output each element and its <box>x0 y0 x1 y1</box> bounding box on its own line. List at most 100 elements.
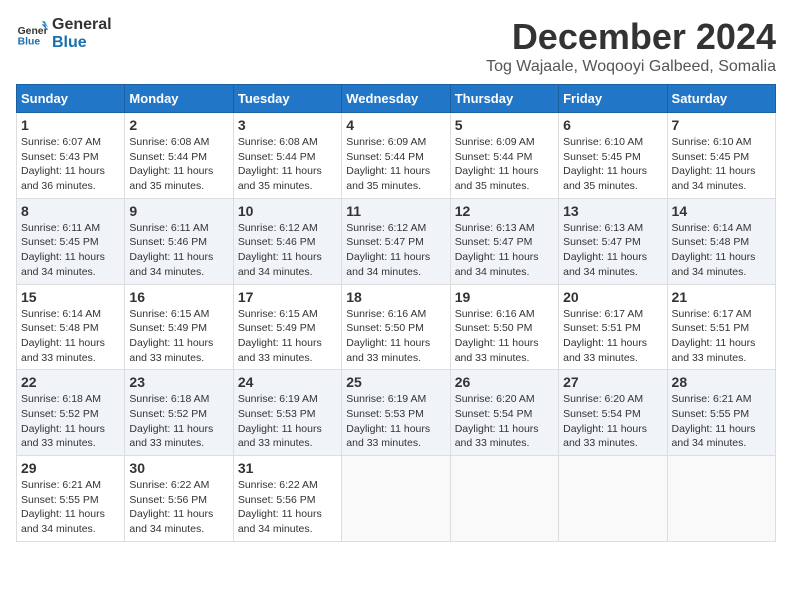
day-info: Sunrise: 6:14 AMSunset: 5:48 PMDaylight:… <box>672 221 771 280</box>
day-number: 15 <box>21 289 120 305</box>
calendar-cell: 25 Sunrise: 6:19 AMSunset: 5:53 PMDaylig… <box>342 370 450 456</box>
day-number: 13 <box>563 203 662 219</box>
day-number: 3 <box>238 117 337 133</box>
day-info: Sunrise: 6:14 AMSunset: 5:48 PMDaylight:… <box>21 307 120 366</box>
day-info: Sunrise: 6:12 AMSunset: 5:46 PMDaylight:… <box>238 221 337 280</box>
calendar-cell <box>667 456 775 542</box>
day-number: 30 <box>129 460 228 476</box>
day-number: 29 <box>21 460 120 476</box>
calendar-week-row: 8 Sunrise: 6:11 AMSunset: 5:45 PMDayligh… <box>17 198 776 284</box>
calendar-cell <box>342 456 450 542</box>
calendar-cell: 7 Sunrise: 6:10 AMSunset: 5:45 PMDayligh… <box>667 113 775 199</box>
calendar-cell: 19 Sunrise: 6:16 AMSunset: 5:50 PMDaylig… <box>450 284 558 370</box>
day-info: Sunrise: 6:17 AMSunset: 5:51 PMDaylight:… <box>672 307 771 366</box>
day-info: Sunrise: 6:15 AMSunset: 5:49 PMDaylight:… <box>238 307 337 366</box>
logo-icon: General Blue <box>16 18 48 50</box>
day-number: 9 <box>129 203 228 219</box>
day-info: Sunrise: 6:07 AMSunset: 5:43 PMDaylight:… <box>21 135 120 194</box>
header-wednesday: Wednesday <box>342 85 450 113</box>
header-friday: Friday <box>559 85 667 113</box>
day-number: 28 <box>672 374 771 390</box>
day-info: Sunrise: 6:18 AMSunset: 5:52 PMDaylight:… <box>21 392 120 451</box>
calendar-cell: 17 Sunrise: 6:15 AMSunset: 5:49 PMDaylig… <box>233 284 341 370</box>
day-number: 25 <box>346 374 445 390</box>
day-info: Sunrise: 6:10 AMSunset: 5:45 PMDaylight:… <box>672 135 771 194</box>
day-number: 8 <box>21 203 120 219</box>
calendar-week-row: 1 Sunrise: 6:07 AMSunset: 5:43 PMDayligh… <box>17 113 776 199</box>
day-number: 10 <box>238 203 337 219</box>
calendar-table: SundayMondayTuesdayWednesdayThursdayFrid… <box>16 84 776 542</box>
day-info: Sunrise: 6:22 AMSunset: 5:56 PMDaylight:… <box>129 478 228 537</box>
day-number: 7 <box>672 117 771 133</box>
day-number: 6 <box>563 117 662 133</box>
day-number: 23 <box>129 374 228 390</box>
day-info: Sunrise: 6:20 AMSunset: 5:54 PMDaylight:… <box>563 392 662 451</box>
day-number: 19 <box>455 289 554 305</box>
calendar-cell: 13 Sunrise: 6:13 AMSunset: 5:47 PMDaylig… <box>559 198 667 284</box>
day-info: Sunrise: 6:08 AMSunset: 5:44 PMDaylight:… <box>238 135 337 194</box>
day-info: Sunrise: 6:19 AMSunset: 5:53 PMDaylight:… <box>346 392 445 451</box>
day-number: 20 <box>563 289 662 305</box>
calendar-cell: 24 Sunrise: 6:19 AMSunset: 5:53 PMDaylig… <box>233 370 341 456</box>
day-number: 24 <box>238 374 337 390</box>
calendar-cell: 6 Sunrise: 6:10 AMSunset: 5:45 PMDayligh… <box>559 113 667 199</box>
calendar-cell: 10 Sunrise: 6:12 AMSunset: 5:46 PMDaylig… <box>233 198 341 284</box>
day-info: Sunrise: 6:11 AMSunset: 5:45 PMDaylight:… <box>21 221 120 280</box>
calendar-cell: 21 Sunrise: 6:17 AMSunset: 5:51 PMDaylig… <box>667 284 775 370</box>
day-info: Sunrise: 6:18 AMSunset: 5:52 PMDaylight:… <box>129 392 228 451</box>
calendar-cell: 31 Sunrise: 6:22 AMSunset: 5:56 PMDaylig… <box>233 456 341 542</box>
calendar-cell: 14 Sunrise: 6:14 AMSunset: 5:48 PMDaylig… <box>667 198 775 284</box>
day-number: 12 <box>455 203 554 219</box>
day-info: Sunrise: 6:09 AMSunset: 5:44 PMDaylight:… <box>346 135 445 194</box>
calendar-cell: 20 Sunrise: 6:17 AMSunset: 5:51 PMDaylig… <box>559 284 667 370</box>
calendar-cell: 11 Sunrise: 6:12 AMSunset: 5:47 PMDaylig… <box>342 198 450 284</box>
page-header: General Blue General Blue December 2024 … <box>16 16 776 76</box>
day-number: 18 <box>346 289 445 305</box>
day-info: Sunrise: 6:13 AMSunset: 5:47 PMDaylight:… <box>563 221 662 280</box>
day-info: Sunrise: 6:21 AMSunset: 5:55 PMDaylight:… <box>21 478 120 537</box>
day-number: 17 <box>238 289 337 305</box>
calendar-cell <box>559 456 667 542</box>
day-info: Sunrise: 6:15 AMSunset: 5:49 PMDaylight:… <box>129 307 228 366</box>
calendar-header-row: SundayMondayTuesdayWednesdayThursdayFrid… <box>17 85 776 113</box>
calendar-cell: 12 Sunrise: 6:13 AMSunset: 5:47 PMDaylig… <box>450 198 558 284</box>
calendar-cell: 18 Sunrise: 6:16 AMSunset: 5:50 PMDaylig… <box>342 284 450 370</box>
header-saturday: Saturday <box>667 85 775 113</box>
day-number: 21 <box>672 289 771 305</box>
header-tuesday: Tuesday <box>233 85 341 113</box>
calendar-cell: 22 Sunrise: 6:18 AMSunset: 5:52 PMDaylig… <box>17 370 125 456</box>
calendar-cell: 26 Sunrise: 6:20 AMSunset: 5:54 PMDaylig… <box>450 370 558 456</box>
svg-text:General: General <box>18 26 48 37</box>
title-area: December 2024 Tog Wajaale, Woqooyi Galbe… <box>486 16 776 76</box>
day-number: 27 <box>563 374 662 390</box>
calendar-week-row: 29 Sunrise: 6:21 AMSunset: 5:55 PMDaylig… <box>17 456 776 542</box>
calendar-cell: 3 Sunrise: 6:08 AMSunset: 5:44 PMDayligh… <box>233 113 341 199</box>
logo-line2: Blue <box>52 34 112 52</box>
calendar-cell: 23 Sunrise: 6:18 AMSunset: 5:52 PMDaylig… <box>125 370 233 456</box>
calendar-cell: 29 Sunrise: 6:21 AMSunset: 5:55 PMDaylig… <box>17 456 125 542</box>
day-info: Sunrise: 6:09 AMSunset: 5:44 PMDaylight:… <box>455 135 554 194</box>
day-info: Sunrise: 6:11 AMSunset: 5:46 PMDaylight:… <box>129 221 228 280</box>
day-info: Sunrise: 6:21 AMSunset: 5:55 PMDaylight:… <box>672 392 771 451</box>
day-number: 1 <box>21 117 120 133</box>
calendar-cell: 5 Sunrise: 6:09 AMSunset: 5:44 PMDayligh… <box>450 113 558 199</box>
logo-line1: General <box>52 16 112 34</box>
calendar-cell: 9 Sunrise: 6:11 AMSunset: 5:46 PMDayligh… <box>125 198 233 284</box>
calendar-cell: 28 Sunrise: 6:21 AMSunset: 5:55 PMDaylig… <box>667 370 775 456</box>
day-number: 14 <box>672 203 771 219</box>
header-sunday: Sunday <box>17 85 125 113</box>
calendar-cell: 8 Sunrise: 6:11 AMSunset: 5:45 PMDayligh… <box>17 198 125 284</box>
day-number: 11 <box>346 203 445 219</box>
header-thursday: Thursday <box>450 85 558 113</box>
calendar-week-row: 15 Sunrise: 6:14 AMSunset: 5:48 PMDaylig… <box>17 284 776 370</box>
day-info: Sunrise: 6:08 AMSunset: 5:44 PMDaylight:… <box>129 135 228 194</box>
day-info: Sunrise: 6:13 AMSunset: 5:47 PMDaylight:… <box>455 221 554 280</box>
day-number: 2 <box>129 117 228 133</box>
day-info: Sunrise: 6:10 AMSunset: 5:45 PMDaylight:… <box>563 135 662 194</box>
day-info: Sunrise: 6:19 AMSunset: 5:53 PMDaylight:… <box>238 392 337 451</box>
day-info: Sunrise: 6:17 AMSunset: 5:51 PMDaylight:… <box>563 307 662 366</box>
location-title: Tog Wajaale, Woqooyi Galbeed, Somalia <box>486 58 776 76</box>
calendar-cell: 30 Sunrise: 6:22 AMSunset: 5:56 PMDaylig… <box>125 456 233 542</box>
day-info: Sunrise: 6:16 AMSunset: 5:50 PMDaylight:… <box>455 307 554 366</box>
day-number: 16 <box>129 289 228 305</box>
